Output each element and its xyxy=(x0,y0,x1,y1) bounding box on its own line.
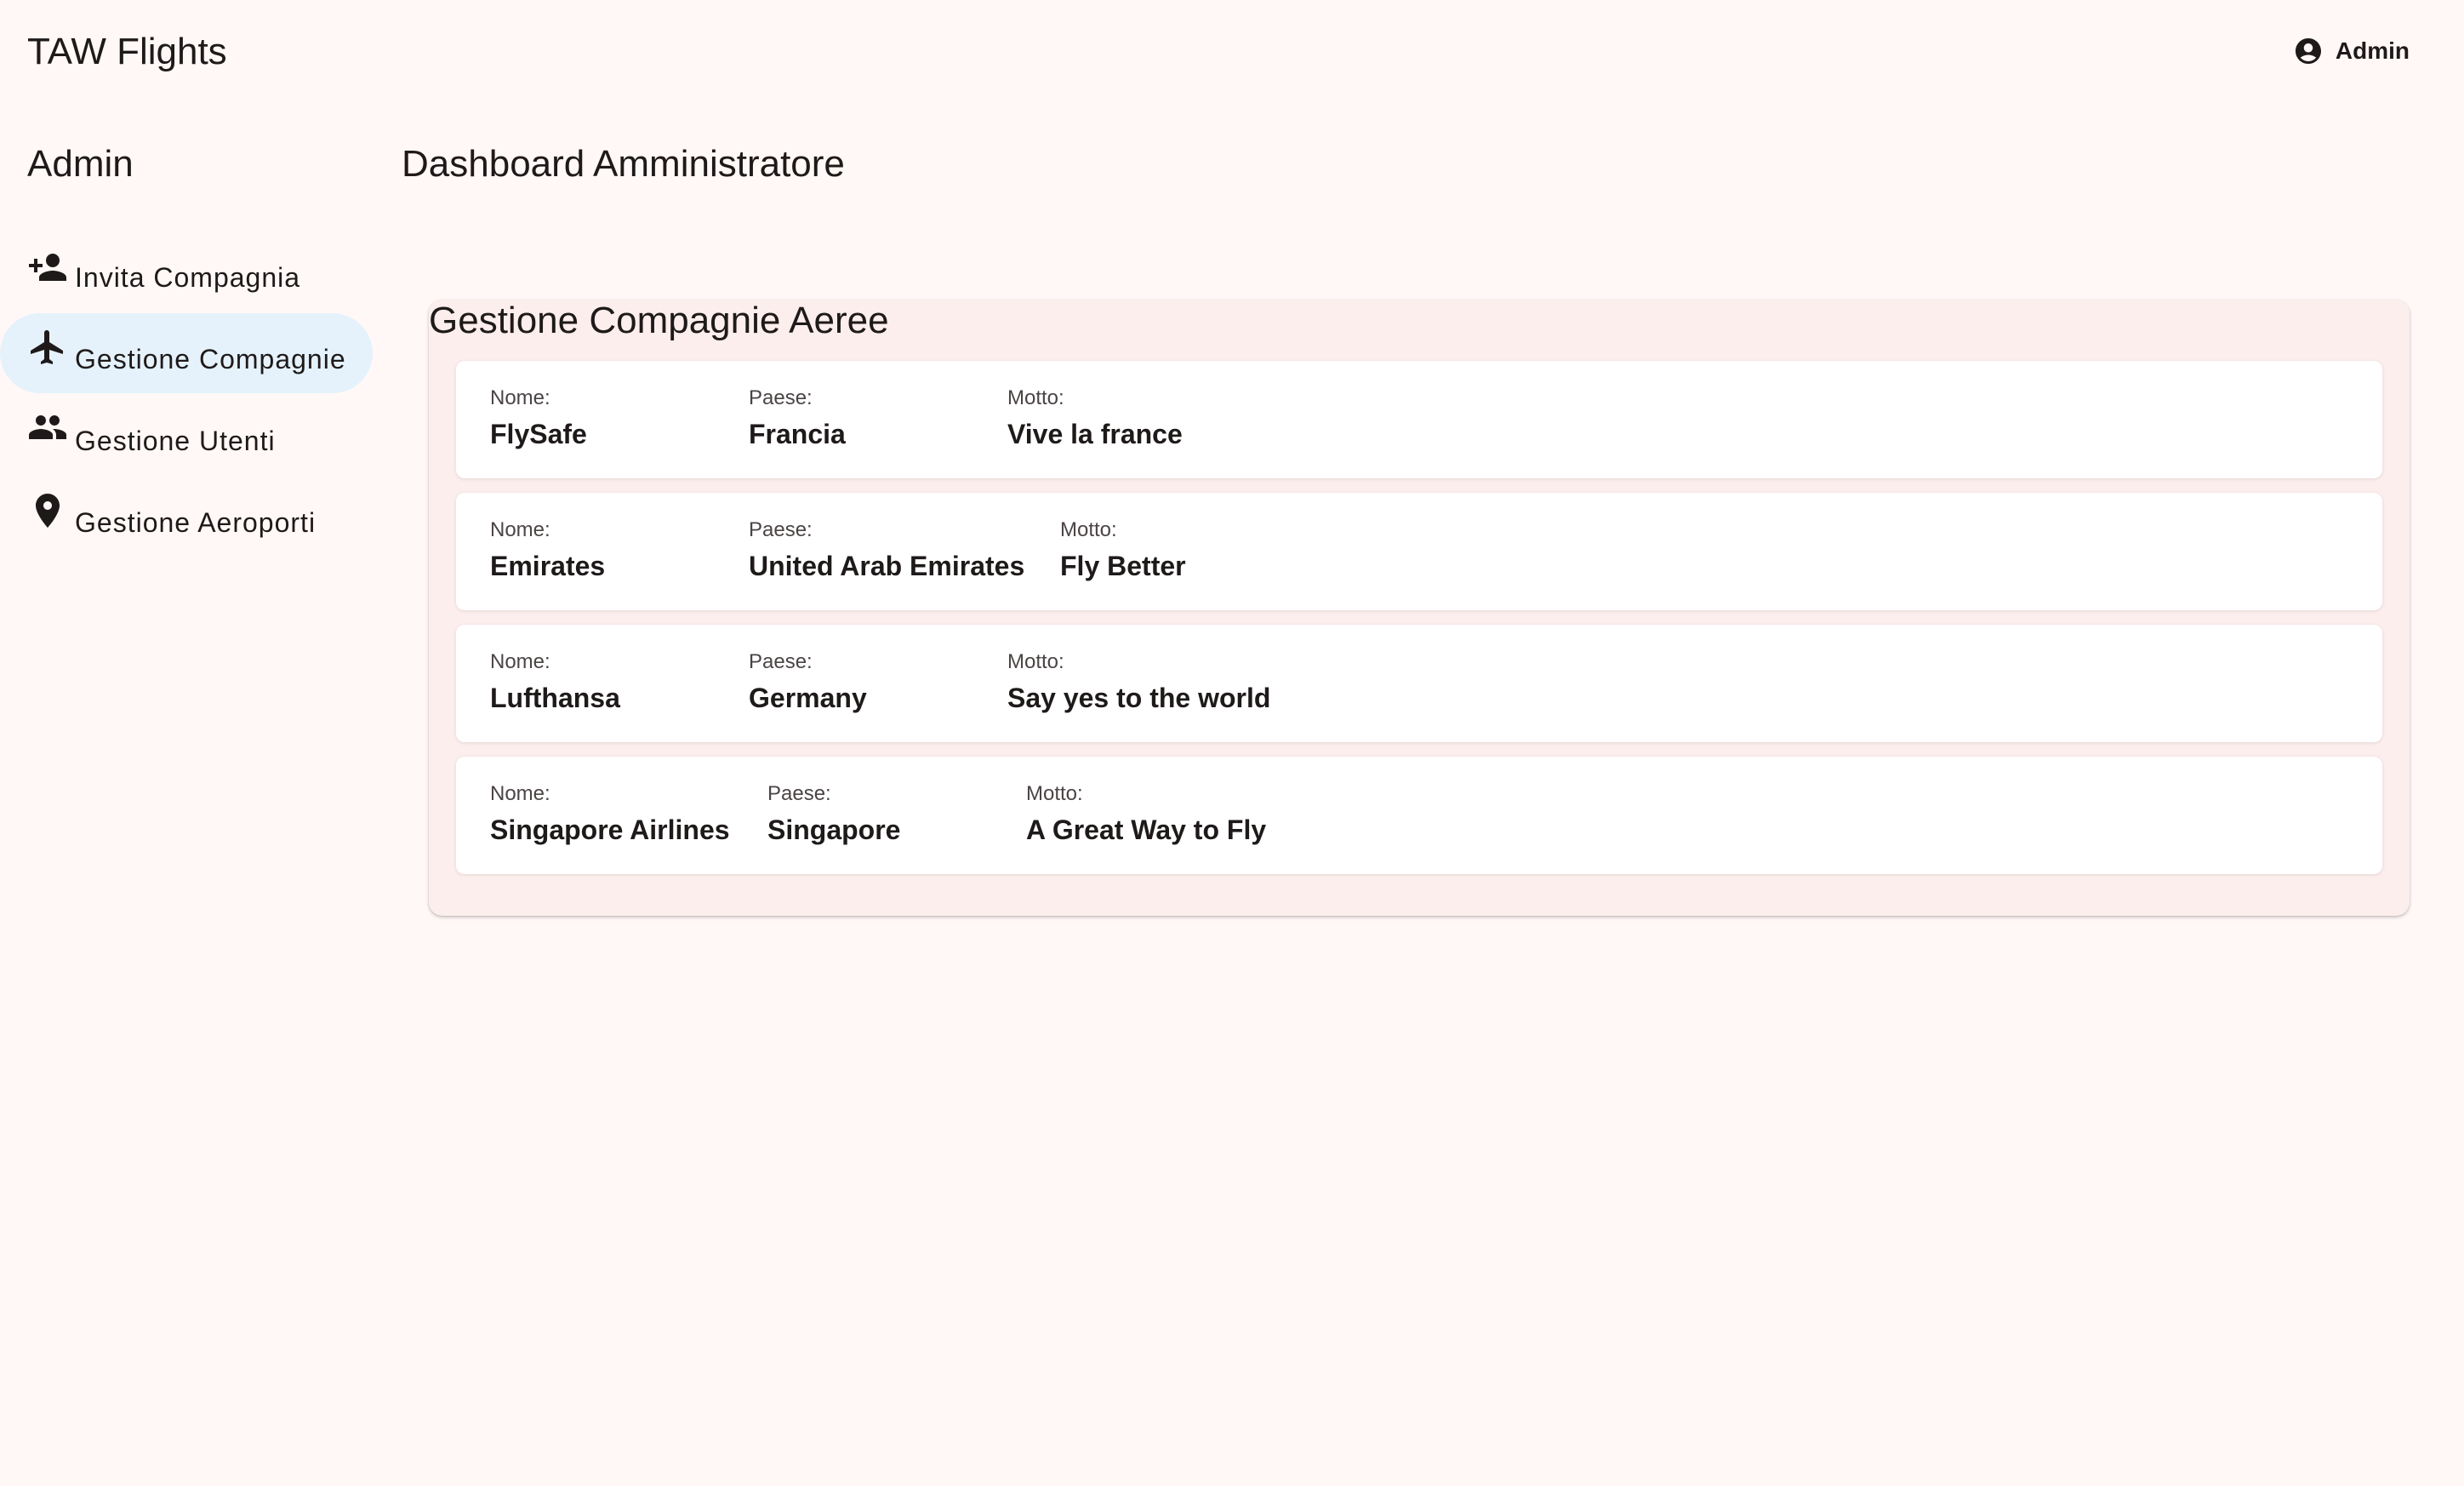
panel-title: Gestione Compagnie Aeree xyxy=(429,300,889,341)
airline-country: Germany xyxy=(749,683,867,713)
sidebar-item-label: Gestione Utenti xyxy=(75,426,276,456)
sidebar-item-gestione-compagnie[interactable]: Gestione Compagnie xyxy=(0,313,373,393)
group-icon xyxy=(27,407,68,448)
airline-management-panel: Gestione Compagnie Aeree Nome: FlySafe P… xyxy=(429,300,2410,916)
airline-name: Singapore Airlines xyxy=(490,814,730,845)
airline-motto-field: Motto: Vive la france xyxy=(1007,386,1183,450)
top-app-bar: TAW Flights Admin xyxy=(0,0,2464,109)
sidebar-title: Admin xyxy=(27,143,134,185)
airline-card[interactable]: Nome: Lufthansa Paese: Germany Motto: Sa… xyxy=(456,625,2382,742)
airline-motto-field: Motto: Fly Better xyxy=(1060,518,1186,582)
airline-country-field: Paese: Francia xyxy=(749,386,846,450)
airplane-icon xyxy=(27,327,68,368)
app-title: TAW Flights xyxy=(27,31,227,72)
field-label: Paese: xyxy=(749,386,813,409)
account-circle-icon xyxy=(2293,36,2324,66)
person-add-icon xyxy=(27,247,68,288)
airline-motto: Say yes to the world xyxy=(1007,683,1271,713)
airline-name: Emirates xyxy=(490,551,606,581)
airline-motto: A Great Way to Fly xyxy=(1026,814,1267,845)
airline-name-field: Nome: Singapore Airlines xyxy=(490,782,730,846)
airline-card[interactable]: Nome: Singapore Airlines Paese: Singapor… xyxy=(456,757,2382,874)
field-label: Motto: xyxy=(1007,650,1064,673)
airline-motto-field: Motto: Say yes to the world xyxy=(1007,650,1270,714)
airline-card[interactable]: Nome: Emirates Paese: United Arab Emirat… xyxy=(456,493,2382,610)
airline-country: Francia xyxy=(749,419,846,449)
field-label: Nome: xyxy=(490,518,550,541)
field-label: Nome: xyxy=(490,386,550,409)
sidebar-item-gestione-aeroporti[interactable]: Gestione Aeroporti xyxy=(0,477,373,557)
sidebar: Admin Invita Compagnia Gestione Compagni… xyxy=(0,128,374,1404)
field-label: Paese: xyxy=(767,782,831,805)
airline-name-field: Nome: Emirates xyxy=(490,518,605,582)
airline-motto: Vive la france xyxy=(1007,419,1183,449)
airline-name-field: Nome: FlySafe xyxy=(490,386,587,450)
user-name-label: Admin xyxy=(2335,37,2410,64)
sidebar-item-invita-compagnia[interactable]: Invita Compagnia xyxy=(0,238,373,318)
page-title: Dashboard Amministratore xyxy=(402,143,845,185)
sidebar-item-label: Gestione Compagnie xyxy=(75,344,346,374)
airline-name: Lufthansa xyxy=(490,683,620,713)
sidebar-item-gestione-utenti[interactable]: Gestione Utenti xyxy=(0,395,373,475)
location-pin-icon xyxy=(27,490,68,531)
airline-motto: Fly Better xyxy=(1060,551,1186,581)
field-label: Motto: xyxy=(1007,386,1064,409)
airline-name-field: Nome: Lufthansa xyxy=(490,650,620,714)
airline-country: Singapore xyxy=(767,814,901,845)
airline-name: FlySafe xyxy=(490,419,587,449)
airline-country-field: Paese: United Arab Emirates xyxy=(749,518,1024,582)
field-label: Motto: xyxy=(1026,782,1083,805)
user-menu-button[interactable]: Admin xyxy=(2293,36,2410,66)
field-label: Paese: xyxy=(749,650,813,673)
airline-motto-field: Motto: A Great Way to Fly xyxy=(1026,782,1266,846)
airline-country-field: Paese: Singapore xyxy=(767,782,900,846)
field-label: Motto: xyxy=(1060,518,1117,541)
field-label: Nome: xyxy=(490,650,550,673)
airline-country: United Arab Emirates xyxy=(749,551,1025,581)
field-label: Paese: xyxy=(749,518,813,541)
airline-card[interactable]: Nome: FlySafe Paese: Francia Motto: Vive… xyxy=(456,361,2382,478)
airline-country-field: Paese: Germany xyxy=(749,650,867,714)
sidebar-item-label: Invita Compagnia xyxy=(75,262,301,293)
field-label: Nome: xyxy=(490,782,550,805)
sidebar-item-label: Gestione Aeroporti xyxy=(75,507,317,538)
